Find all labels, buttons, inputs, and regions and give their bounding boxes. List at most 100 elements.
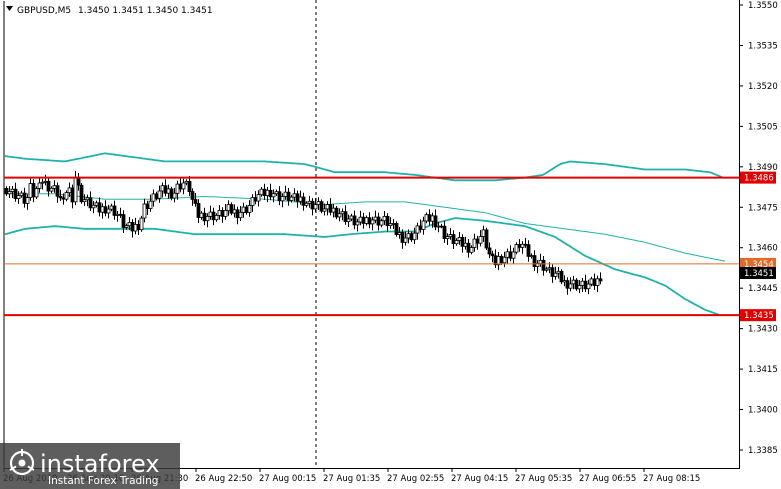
candle-down: [361, 216, 366, 224]
candle-down: [277, 191, 282, 202]
candle-up: [265, 189, 270, 197]
candle-up: [16, 195, 21, 200]
candle-down: [385, 215, 390, 226]
candle-up: [469, 247, 474, 253]
candle-down: [499, 255, 504, 264]
candle-up: [64, 192, 69, 200]
candle-down: [4, 187, 9, 195]
watermark-tagline: Instant Forex Trading: [48, 475, 158, 487]
candle-down: [334, 207, 339, 218]
candle-up: [424, 214, 429, 222]
candle-up: [430, 215, 435, 222]
candle-up: [226, 204, 231, 211]
candle-up: [505, 251, 510, 258]
candle-down: [103, 206, 108, 214]
candle-up: [292, 193, 297, 198]
candle-down: [490, 253, 495, 257]
candle-down: [97, 202, 102, 213]
candle-down: [310, 200, 315, 210]
candle-up: [382, 215, 387, 222]
candle-up: [589, 278, 594, 285]
candle-up: [412, 232, 417, 241]
candle-down: [55, 185, 60, 197]
y-tick-label: 1.3445: [748, 284, 778, 294]
candle-down: [88, 197, 93, 209]
candle-up: [148, 200, 153, 209]
candle-up: [457, 236, 462, 241]
candle-up: [406, 233, 411, 239]
candle-up: [19, 192, 24, 197]
candle-up: [448, 234, 453, 238]
candle-up: [94, 202, 99, 206]
candle-down: [154, 193, 159, 199]
level-price-label: 1.3435: [744, 311, 774, 321]
candle-up: [34, 187, 39, 198]
candle-up: [223, 210, 228, 217]
x-tick-label: 27 Aug 04:15: [451, 474, 508, 484]
ohlc-values: 1.3450 1.3451 1.3450 1.3451: [78, 6, 213, 16]
y-tick-label: 1.3535: [748, 41, 778, 51]
candle-up: [259, 188, 264, 196]
y-tick-label: 1.3505: [748, 122, 778, 132]
candle-up: [529, 255, 534, 258]
x-tick-label: 27 Aug 01:35: [323, 474, 380, 484]
candle-down: [295, 193, 300, 202]
candle-down: [328, 204, 333, 213]
x-tick-label: 27 Aug 08:15: [643, 474, 700, 484]
candle-up: [502, 256, 507, 264]
candle-up: [28, 183, 33, 198]
candle-up: [157, 190, 162, 199]
last-price-label: 1.3451: [744, 269, 774, 279]
y-tick-label: 1.3475: [748, 203, 778, 213]
candle-down: [130, 221, 135, 232]
candle-down: [190, 191, 195, 200]
candle-up: [316, 201, 321, 206]
candle-down: [121, 214, 126, 228]
candle-down: [13, 188, 18, 199]
candle-up: [337, 213, 342, 218]
price-chart[interactable]: 1.34861.34351.34541.3451 1.35501.35351.3…: [0, 0, 781, 489]
candle-up: [370, 219, 375, 225]
candle-down: [409, 233, 414, 241]
candle-down: [112, 205, 117, 216]
y-tick-label: 1.3415: [748, 365, 778, 375]
candle-up: [40, 181, 45, 184]
candle-down: [550, 267, 555, 277]
candle-down: [301, 196, 306, 206]
candle-down: [394, 223, 399, 235]
candle-down: [46, 180, 51, 192]
x-tick-label: 26 Aug 22:50: [195, 474, 252, 484]
candle-down: [475, 238, 480, 244]
candle-down: [451, 234, 456, 245]
candle-up: [364, 217, 369, 224]
candle-up: [25, 197, 30, 204]
candle-up: [397, 232, 402, 235]
candle-up: [133, 223, 138, 232]
candle-down: [517, 244, 522, 248]
candle-down: [253, 197, 258, 202]
candle-up: [307, 200, 312, 204]
candle-down: [376, 216, 381, 226]
candle-down: [229, 204, 234, 214]
candle-down: [559, 270, 564, 283]
candle-down: [442, 225, 447, 239]
candle-up: [322, 208, 327, 212]
candle-down: [70, 187, 75, 203]
candle-up: [214, 214, 219, 221]
candle-up: [10, 188, 15, 192]
candle-up: [256, 194, 261, 202]
candle-up: [544, 268, 549, 271]
candle-up: [49, 187, 54, 192]
candle-down: [565, 280, 570, 289]
y-tick-label: 1.3520: [748, 82, 778, 92]
candle-up: [514, 244, 519, 253]
candle-down: [286, 191, 291, 201]
candle-up: [181, 182, 186, 190]
candle-up: [52, 185, 57, 189]
candle-up: [463, 242, 468, 247]
symbol-timeframe: GBPUSD,M5: [17, 6, 71, 16]
candle-down: [460, 236, 465, 247]
candle-up: [373, 216, 378, 221]
candle-down: [583, 280, 588, 290]
y-tick-label: 1.3385: [748, 446, 778, 456]
